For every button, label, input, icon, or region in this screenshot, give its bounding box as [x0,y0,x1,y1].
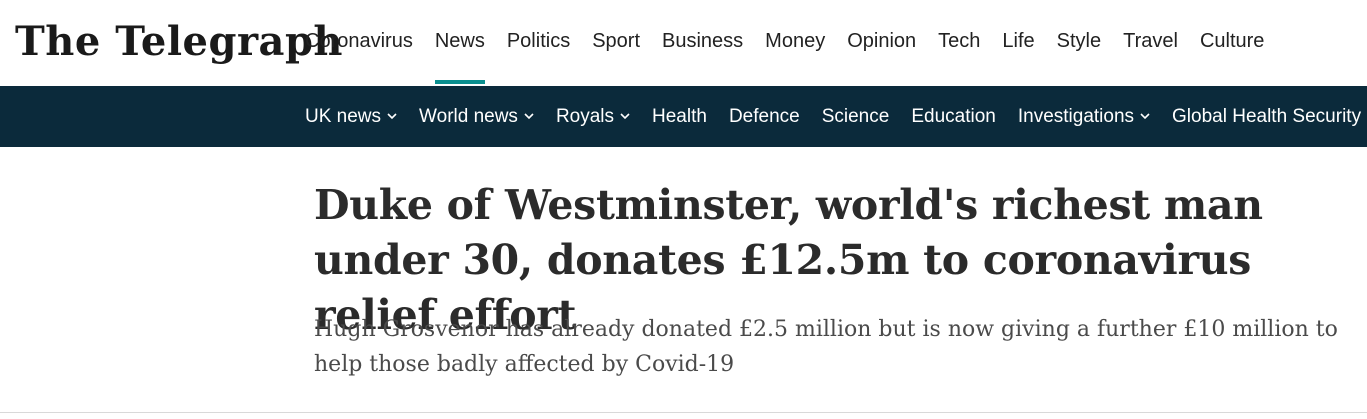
sub-nav-world-news[interactable]: World news [419,106,534,128]
sub-nav-label: Royals [555,105,615,127]
secondary-nav: UK news World news Royals Health Defence… [0,86,1367,147]
sub-nav-science[interactable]: Science [822,106,890,128]
nav-item-news[interactable]: News [434,24,485,84]
site-header: The Telegraph Coronavirus News Politics … [0,0,1367,86]
nav-item-business[interactable]: Business [662,24,743,58]
sub-nav-education[interactable]: Education [911,106,996,128]
nav-item-opinion[interactable]: Opinion [847,24,916,58]
nav-item-politics[interactable]: Politics [507,24,570,58]
nav-item-culture[interactable]: Culture [1200,24,1264,58]
sub-nav-label: Investigations [1017,105,1135,127]
chevron-down-icon [524,111,534,121]
sub-nav-royals[interactable]: Royals [556,106,630,128]
chevron-down-icon [620,111,630,121]
nav-item-sport[interactable]: Sport [592,24,640,58]
secondary-nav-items: UK news World news Royals Health Defence… [305,86,1367,147]
chevron-down-icon [1140,111,1150,121]
telegraph-logo[interactable]: The Telegraph [15,14,343,68]
divider [0,412,1367,413]
sub-nav-label: UK news [305,105,382,127]
primary-nav: Coronavirus News Politics Sport Business… [305,24,1286,84]
article-standfirst: Hugh Grosvenor has already donated £2.5 … [314,317,1338,377]
sub-nav-investigations[interactable]: Investigations [1018,106,1150,128]
nav-item-travel[interactable]: Travel [1123,24,1178,58]
sub-nav-uk-news[interactable]: UK news [305,106,397,128]
sub-nav-defence[interactable]: Defence [729,106,800,128]
sub-nav-label: World news [419,105,518,127]
nav-item-style[interactable]: Style [1057,24,1101,58]
nav-item-life[interactable]: Life [1002,24,1034,58]
chevron-down-icon [387,111,397,121]
nav-item-coronavirus[interactable]: Coronavirus [305,24,413,58]
nav-item-money[interactable]: Money [765,24,825,58]
sub-nav-health[interactable]: Health [652,106,707,128]
sub-nav-global-health-security[interactable]: Global Health Security [1172,106,1361,128]
nav-item-tech[interactable]: Tech [938,24,980,58]
